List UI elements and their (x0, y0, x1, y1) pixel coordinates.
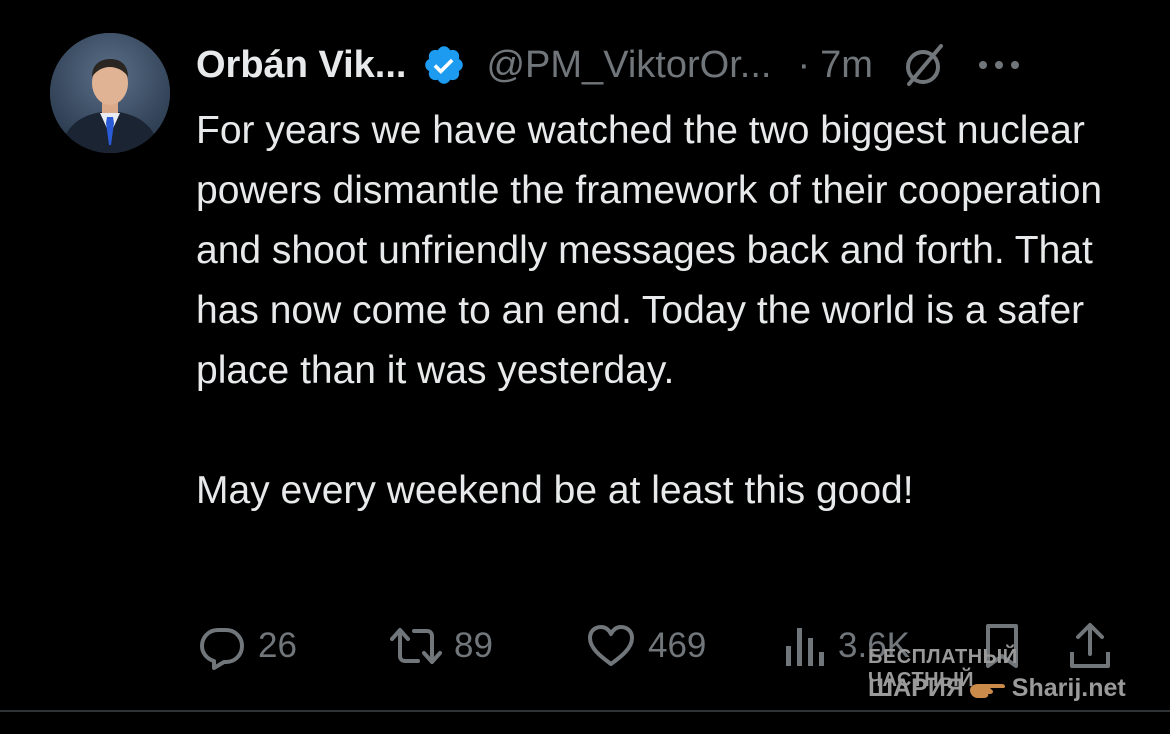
avatar[interactable] (50, 33, 170, 153)
timestamp[interactable]: 7m (820, 44, 873, 87)
reply-icon (198, 622, 246, 670)
tweet-paragraph: For years we have watched the two bigges… (196, 109, 1103, 392)
watermark-brand: ШАРИЯ (868, 674, 964, 702)
tweet-text: For years we have watched the two bigges… (196, 101, 1116, 521)
like-count: 469 (648, 626, 707, 665)
repost-count: 89 (454, 626, 493, 665)
watermark-line2: ШАРИЯ Sharij.net (868, 674, 1126, 703)
watermark-site: Sharij.net (1011, 674, 1126, 702)
tweet[interactable]: Orbán Vik... @PM_ViktorOr... · 7m For ye… (0, 0, 1170, 734)
more-options-icon[interactable] (975, 55, 1025, 75)
like-icon (586, 622, 636, 670)
reply-count: 26 (258, 626, 297, 665)
verified-badge-icon (422, 43, 466, 87)
author-handle[interactable]: @PM_ViktorOr... (486, 44, 771, 87)
like-button[interactable]: 469 (586, 618, 706, 674)
grok-icon[interactable] (899, 40, 949, 90)
tweet-header: Orbán Vik... @PM_ViktorOr... · 7m (196, 38, 1126, 92)
separator-dot: · (797, 43, 811, 86)
pointing-hand-icon (968, 678, 1008, 700)
repost-icon (390, 622, 442, 670)
reply-button[interactable]: 26 (198, 618, 297, 674)
divider (0, 710, 1170, 712)
views-icon (784, 622, 826, 670)
author-name[interactable]: Orbán Vik... (196, 44, 406, 87)
tweet-paragraph: May every weekend be at least this good! (196, 469, 914, 512)
repost-button[interactable]: 89 (390, 618, 493, 674)
watermark: БЕСПЛАТНЫЙ ЧАСТНЫЙ ШАРИЯ Sharij.net (868, 646, 1148, 706)
